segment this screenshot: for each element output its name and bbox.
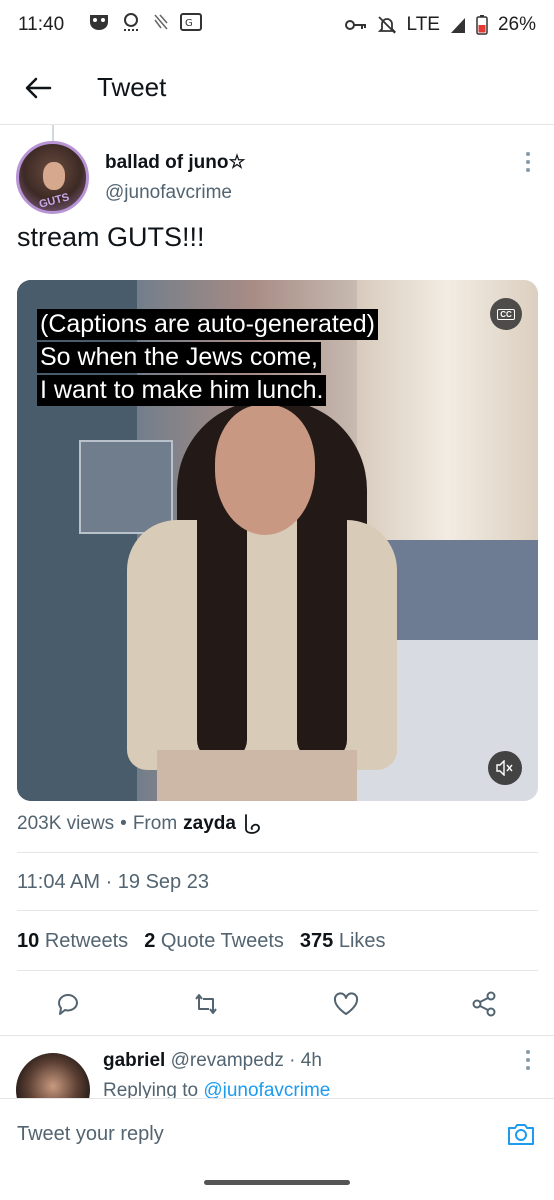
quote-tweets-stat[interactable]: 2 Quote Tweets — [144, 930, 284, 953]
author-display-name[interactable]: ballad of juno☆ — [105, 151, 246, 174]
vpn-key-icon — [344, 20, 366, 30]
network-label: LTE — [406, 14, 440, 35]
share-icon[interactable] — [470, 990, 498, 1018]
author-handle[interactable]: @junofavcrime — [105, 182, 232, 204]
dot-separator: • — [120, 813, 127, 834]
mute-button[interactable] — [488, 751, 522, 785]
caption-line: (Captions are auto-generated) — [37, 309, 378, 340]
status-time: 11:40 — [18, 14, 65, 35]
reply-more-options-icon[interactable] — [522, 1050, 534, 1072]
like-heart-icon[interactable] — [332, 990, 360, 1018]
video-captions: (Captions are auto-generated) So when th… — [37, 309, 378, 408]
status-bar: 11:40 G LTE 26% — [0, 0, 554, 52]
notification-icons: G — [88, 12, 202, 32]
retweets-stat[interactable]: 10 Retweets — [17, 930, 128, 953]
cc-icon: CC — [497, 308, 515, 320]
caption-line: So when the Jews come, — [37, 342, 321, 373]
reply-composer: Tweet your reply — [0, 1098, 554, 1161]
battery-percent: 26% — [497, 14, 536, 35]
author-avatar[interactable]: GUTS — [16, 141, 89, 214]
reply-input[interactable]: Tweet your reply — [17, 1123, 164, 1146]
action-bar — [0, 975, 554, 1035]
back-arrow-icon[interactable] — [22, 72, 54, 104]
image-icon — [154, 14, 168, 30]
battery-icon — [476, 15, 488, 35]
divider — [17, 852, 538, 853]
likes-stat[interactable]: 375 Likes — [300, 930, 386, 953]
reply-meta: @revampedz · 4h — [170, 1050, 322, 1071]
views-count: 203K views — [17, 813, 115, 834]
muted-speaker-icon — [496, 760, 513, 776]
caption-line: I want to make him lunch. — [37, 375, 327, 406]
divider — [0, 1035, 554, 1036]
more-options-icon[interactable] — [522, 152, 534, 174]
divider — [17, 910, 538, 911]
retweet-icon[interactable] — [192, 990, 220, 1018]
translate-icon: G — [180, 13, 202, 31]
signal-icon — [450, 18, 465, 33]
svg-text:G: G — [185, 18, 193, 29]
reply-item[interactable]: gabriel @revampedz · 4h Replying to @jun… — [0, 1040, 554, 1127]
gesture-home-bar[interactable] — [204, 1180, 350, 1185]
reply-header: gabriel @revampedz · 4h — [103, 1050, 322, 1072]
captions-toggle-button[interactable]: CC — [490, 298, 522, 330]
page-title: Tweet — [97, 72, 167, 102]
reply-display-name[interactable]: gabriel — [103, 1050, 165, 1071]
engagement-stats: 10 Retweets 2 Quote Tweets 375 Likes — [17, 930, 386, 953]
mask-icon — [90, 15, 108, 30]
from-prefix: From — [132, 813, 178, 834]
avatar-badge: GUTS — [37, 191, 71, 211]
bell-off-icon — [377, 16, 396, 34]
status-right: LTE 26% — [344, 14, 536, 36]
tweet-text: stream GUTS!!! — [17, 222, 205, 252]
voicemail-icon — [124, 13, 138, 31]
tweet-video[interactable]: (Captions are auto-generated) So when th… — [17, 280, 538, 801]
camera-icon[interactable] — [506, 1119, 536, 1149]
divider — [17, 970, 538, 971]
top-app-bar: Tweet — [0, 52, 554, 125]
tweet-timestamp: 11:04 AM · 19 Sep 23 — [17, 871, 209, 893]
reply-icon[interactable] — [54, 990, 82, 1018]
from-name[interactable]: zayda — [183, 813, 236, 835]
views-row: 203K views • From zayda — [17, 813, 262, 835]
source-logo-icon — [245, 814, 260, 834]
